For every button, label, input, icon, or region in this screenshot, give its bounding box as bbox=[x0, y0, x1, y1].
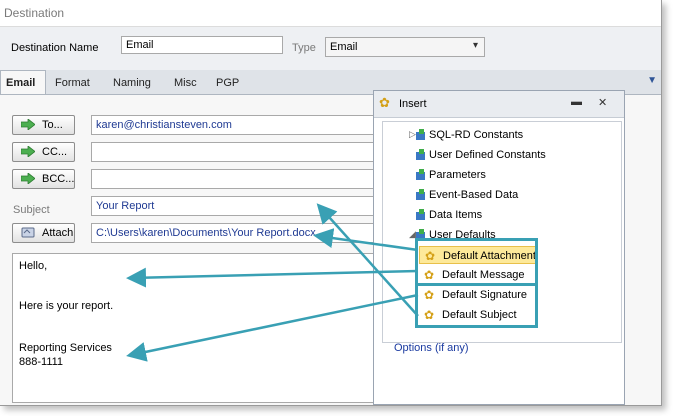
arrow-signature bbox=[126, 293, 419, 362]
arrow-subject bbox=[316, 203, 419, 317]
annotation-arrows bbox=[126, 203, 419, 362]
arrow-attachment bbox=[313, 228, 419, 252]
arrow-message bbox=[126, 267, 419, 288]
destination-window: Destination Destination Name Email Type … bbox=[0, 0, 662, 406]
